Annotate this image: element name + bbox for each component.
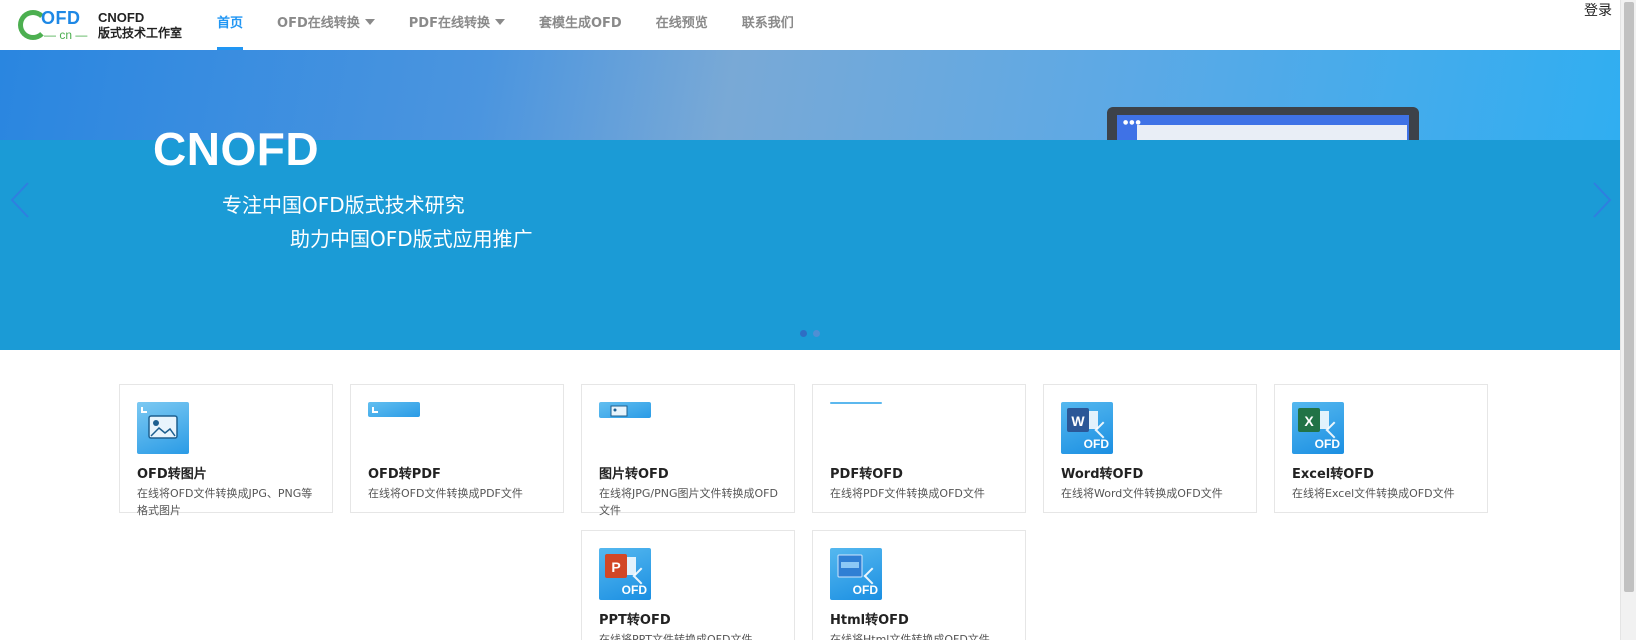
image-icon <box>137 402 189 454</box>
card-description: 在线将Html文件转换成OFD文件 <box>830 633 990 640</box>
html-icon: OFD <box>830 548 882 600</box>
word-icon: W OFD <box>1061 402 1113 454</box>
card-html-to-ofd[interactable]: OFD Html转OFD 在线将Html文件转换成OFD文件 <box>812 530 1026 640</box>
card-excel-to-ofd[interactable]: X OFD Excel转OFD 在线将Excel文件转换成OFD文件 <box>1274 384 1488 513</box>
card-description: 在线将PPT文件转换成OFD文件 <box>599 633 753 640</box>
excel-icon: X OFD <box>1292 402 1344 454</box>
card-description: 在线将JPG/PNG图片文件转换成OFD文件 <box>599 487 778 517</box>
card-description: 在线将OFD文件转换成JPG、PNG等格式图片 <box>137 487 313 517</box>
card-title: PDF转OFD <box>830 467 903 482</box>
card-description: 在线将Excel文件转换成OFD文件 <box>1292 487 1455 500</box>
card-word-to-ofd[interactable]: W OFD Word转OFD 在线将Word文件转换成OFD文件 <box>1043 384 1257 513</box>
card-description: 在线将Word文件转换成OFD文件 <box>1061 487 1223 500</box>
card-title: Html转OFD <box>830 613 909 628</box>
card-title: OFD转图片 <box>137 467 207 482</box>
svg-text:W: W <box>1071 413 1085 429</box>
card-title: PPT转OFD <box>599 613 671 628</box>
card-title: 图片转OFD <box>599 467 669 482</box>
card-ofd-to-image[interactable]: OFD转图片 在线将OFD文件转换成JPG、PNG等格式图片 <box>119 384 333 517</box>
card-description: 在线将PDF文件转换成OFD文件 <box>830 487 985 500</box>
svg-text:X: X <box>1304 413 1314 429</box>
card-title: Word转OFD <box>1061 467 1144 482</box>
card-image-to-ofd[interactable]: 图片转OFD 在线将JPG/PNG图片文件转换成OFD文件 <box>581 384 795 517</box>
card-pdf-to-ofd[interactable]: PDF转OFD 在线将PDF文件转换成OFD文件 <box>812 384 1026 513</box>
card-description: 在线将OFD文件转换成PDF文件 <box>368 487 523 500</box>
card-ofd-to-pdf[interactable]: OFD转PDF 在线将OFD文件转换成PDF文件 <box>350 384 564 513</box>
svg-text:P: P <box>611 559 620 575</box>
scrollbar-thumb[interactable] <box>1624 2 1634 592</box>
image-icon <box>599 402 651 454</box>
pdf-icon <box>830 402 882 454</box>
card-title: OFD转PDF <box>368 467 441 482</box>
page-scrollbar[interactable] <box>1620 0 1636 640</box>
card-title: Excel转OFD <box>1292 467 1374 482</box>
pdf-icon <box>368 402 420 454</box>
page: OFD — cn — CNOFD 版式技术工作室 首页 OFD在线转换 PDF在… <box>0 0 1636 640</box>
converter-cards: OFD转图片 在线将OFD文件转换成JPG、PNG等格式图片 OFD转PDF 在… <box>0 0 1620 640</box>
ppt-icon: P OFD <box>599 548 651 600</box>
card-ppt-to-ofd[interactable]: P OFD PPT转OFD 在线将PPT文件转换成OFD文件 <box>581 530 795 640</box>
